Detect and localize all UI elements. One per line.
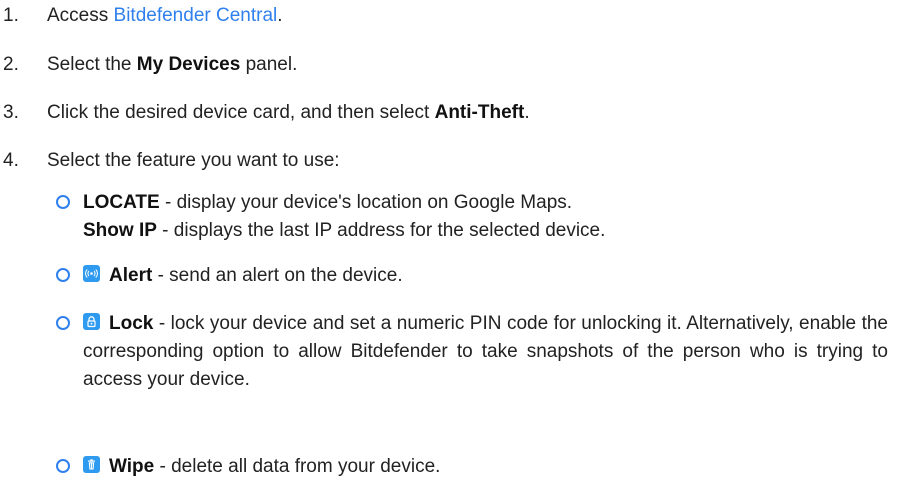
feature-description: - send an alert on the device. — [152, 265, 403, 286]
feature-name: Lock — [109, 313, 154, 334]
feature-lock: Lock - lock your device and set a numeri… — [56, 310, 888, 394]
step-text: Click the desired device card, and then … — [47, 102, 435, 123]
step-text-end: . — [524, 102, 530, 123]
feature-description: - display your device's location on Goog… — [159, 192, 573, 213]
step-text-end: panel. — [240, 54, 298, 75]
bullet-circle-icon — [56, 268, 70, 282]
step-number: 2. — [3, 54, 19, 75]
alert-icon — [83, 265, 100, 282]
bullet-circle-icon — [56, 195, 70, 209]
step-text: Select the — [47, 54, 137, 75]
instructions: 1. Access Bitdefender Central. 2. Select t… — [0, 0, 905, 491]
feature-description: - lock your device and set a numeric PIN… — [83, 313, 888, 390]
step-text-end: . — [277, 5, 283, 26]
feature-locate: LOCATE - display your device's location … — [56, 189, 888, 245]
bullet-circle-icon — [56, 459, 70, 473]
step-text: Select the feature you want to use: — [47, 150, 340, 171]
feature-alert: Alert - send an alert on the device. — [56, 262, 888, 290]
step-text: Access — [47, 5, 114, 26]
step-1: 1. Access Bitdefender Central. — [3, 2, 283, 30]
step-number: 4. — [3, 150, 19, 171]
feature-description: - delete all data from your device. — [154, 456, 441, 477]
step-4: 4. Select the feature you want to use: — [3, 147, 340, 175]
anti-theft-label: Anti-Theft — [434, 102, 525, 123]
feature-name: LOCATE — [83, 192, 160, 213]
step-number: 1. — [3, 5, 19, 26]
feature-extra-description: - displays the last IP address for the s… — [156, 220, 606, 241]
step-3: 3. Click the desired device card, and the… — [3, 99, 530, 127]
step-number: 3. — [3, 102, 19, 123]
bitdefender-central-link[interactable]: Bitdefender Central — [114, 5, 278, 26]
bullet-circle-icon — [56, 316, 70, 330]
feature-wipe: Wipe - delete all data from your device. — [56, 453, 888, 481]
trash-icon — [83, 456, 100, 473]
feature-name: Alert — [109, 265, 153, 286]
step-2: 2. Select the My Devices panel. — [3, 51, 297, 79]
feature-extra-name: Show IP — [83, 220, 157, 241]
my-devices-label: My Devices — [136, 54, 241, 75]
lock-icon — [83, 313, 100, 330]
feature-name: Wipe — [109, 456, 155, 477]
